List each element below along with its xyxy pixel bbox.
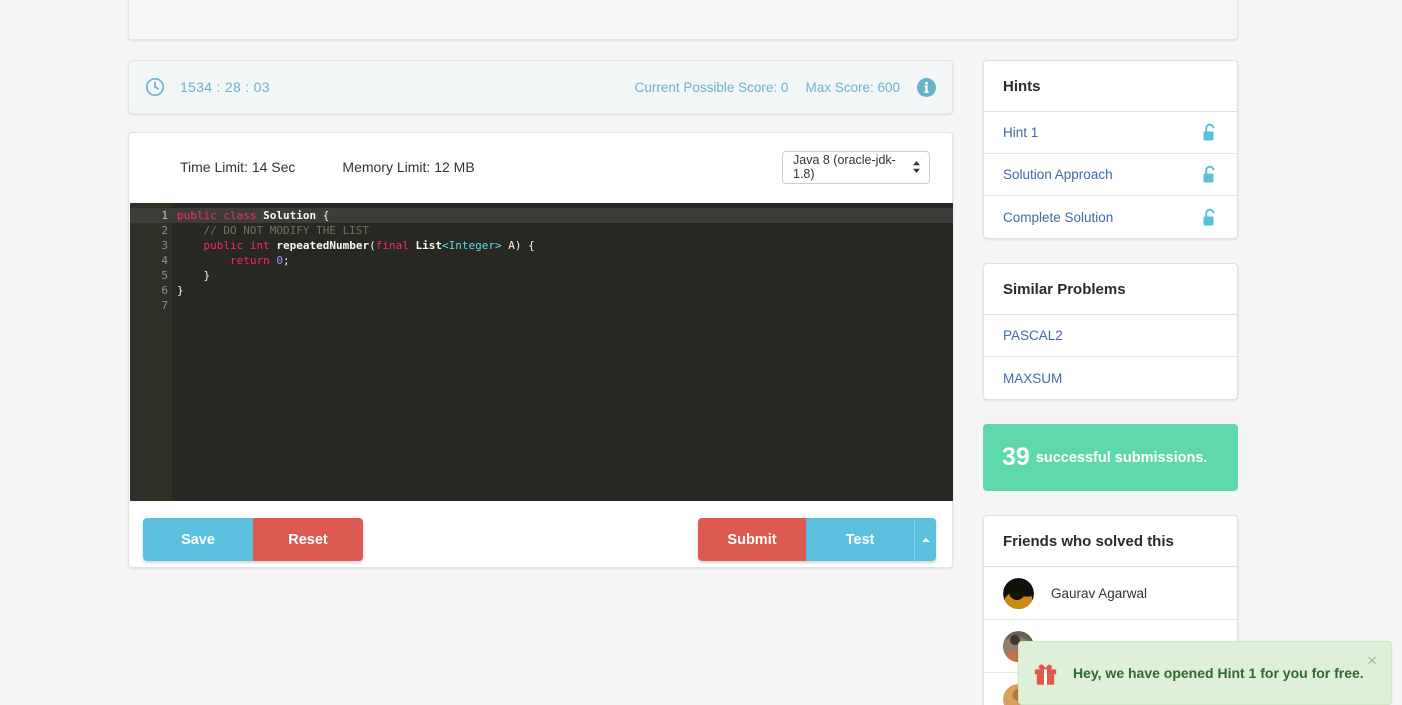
line-number: 4 (130, 253, 172, 268)
code-line: } (172, 268, 953, 283)
avatar (1003, 578, 1034, 609)
hint-row[interactable]: Solution Approach (984, 154, 1237, 196)
chevron-updown-icon (912, 160, 921, 174)
code-editor[interactable]: 1 2 3 4 5 6 7 public class Solution { //… (130, 203, 953, 501)
successful-submissions-badge: 39 successful submissions. (983, 424, 1238, 491)
hints-panel-title: Hints (984, 61, 1237, 112)
hint-link[interactable]: Hint 1 (1003, 125, 1038, 140)
code-line: return 0; (172, 253, 953, 268)
hint-row[interactable]: Hint 1 (984, 112, 1237, 154)
current-possible-score: Current Possible Score: 0 (635, 80, 789, 95)
similar-problems-panel: Similar Problems PASCAL2 MAXSUM (983, 263, 1238, 400)
gift-icon (1033, 661, 1058, 686)
unlock-icon[interactable] (1202, 208, 1218, 227)
limits-row: Time Limit: 14 Sec Memory Limit: 12 MB J… (129, 133, 952, 201)
info-icon[interactable] (917, 78, 936, 97)
close-icon[interactable]: × (1367, 652, 1377, 669)
similar-problem-link[interactable]: MAXSUM (1003, 371, 1062, 386)
unlock-icon[interactable] (1202, 123, 1218, 142)
complete-solution-link[interactable]: Complete Solution (1003, 210, 1113, 225)
language-select-wrapper: Java 8 (oracle-jdk-1.8) (782, 151, 930, 184)
line-number: 5 (130, 268, 172, 283)
language-select[interactable]: Java 8 (oracle-jdk-1.8) (782, 151, 930, 184)
timer-bar: 1534 : 28 : 03 Current Possible Score: 0… (128, 60, 953, 114)
memory-limit-label: Memory Limit: 12 MB (342, 159, 474, 175)
page-root: 1534 : 28 : 03 Current Possible Score: 0… (0, 0, 1402, 705)
save-button[interactable]: Save (143, 518, 253, 561)
hints-panel: Hints Hint 1 Solution Approach (983, 60, 1238, 239)
line-number: 7 (130, 298, 172, 313)
friends-panel-title: Friends who solved this (984, 516, 1237, 567)
solution-approach-link[interactable]: Solution Approach (1003, 167, 1113, 182)
right-button-group: Submit Test (698, 518, 936, 561)
code-line: // DO NOT MODIFY THE LIST (172, 223, 953, 238)
code-line (172, 298, 953, 313)
line-number: 1 (130, 208, 172, 223)
caret-up-icon (922, 538, 930, 542)
similar-problem-row[interactable]: MAXSUM (984, 357, 1237, 399)
max-score: Max Score: 600 (805, 80, 900, 95)
similar-problems-title: Similar Problems (984, 264, 1237, 315)
submission-label: successful submissions. (1036, 450, 1208, 466)
language-select-value: Java 8 (oracle-jdk-1.8) (793, 153, 907, 181)
line-number: 3 (130, 238, 172, 253)
test-button[interactable]: Test (806, 518, 914, 561)
right-sidebar: Hints Hint 1 Solution Approach (983, 60, 1238, 705)
similar-problem-link[interactable]: PASCAL2 (1003, 328, 1063, 343)
code-editor-card: Time Limit: 14 Sec Memory Limit: 12 MB J… (128, 132, 953, 568)
toast-message: Hey, we have opened Hint 1 for you for f… (1073, 665, 1364, 681)
time-limit-label: Time Limit: 14 Sec (180, 159, 295, 175)
line-number-gutter: 1 2 3 4 5 6 7 (130, 203, 172, 501)
code-line: public int repeatedNumber(final List<Int… (172, 238, 953, 253)
friend-row[interactable]: Gaurav Agarwal (984, 567, 1237, 620)
submission-count: 39 (1002, 443, 1030, 472)
friend-name: Gaurav Agarwal (1051, 586, 1147, 601)
similar-problem-row[interactable]: PASCAL2 (984, 315, 1237, 357)
code-line: public class Solution { (172, 208, 953, 223)
toast-notification: Hey, we have opened Hint 1 for you for f… (1018, 641, 1392, 705)
code-text-area[interactable]: public class Solution { // DO NOT MODIFY… (172, 203, 953, 501)
code-line: } (172, 283, 953, 298)
submit-button[interactable]: Submit (698, 518, 806, 561)
problem-statement-panel (128, 0, 1238, 40)
line-number: 6 (130, 283, 172, 298)
reset-button[interactable]: Reset (253, 518, 363, 561)
score-group: Current Possible Score: 0 Max Score: 600 (635, 78, 936, 97)
left-button-group: Save Reset (143, 518, 363, 561)
hint-row[interactable]: Complete Solution (984, 196, 1237, 238)
editor-action-bar: Save Reset Submit Test (129, 511, 952, 568)
clock-icon (145, 77, 165, 97)
line-number: 2 (130, 223, 172, 238)
test-dropdown-toggle[interactable] (914, 518, 936, 561)
countdown-timer: 1534 : 28 : 03 (180, 79, 270, 95)
unlock-icon[interactable] (1202, 165, 1218, 184)
